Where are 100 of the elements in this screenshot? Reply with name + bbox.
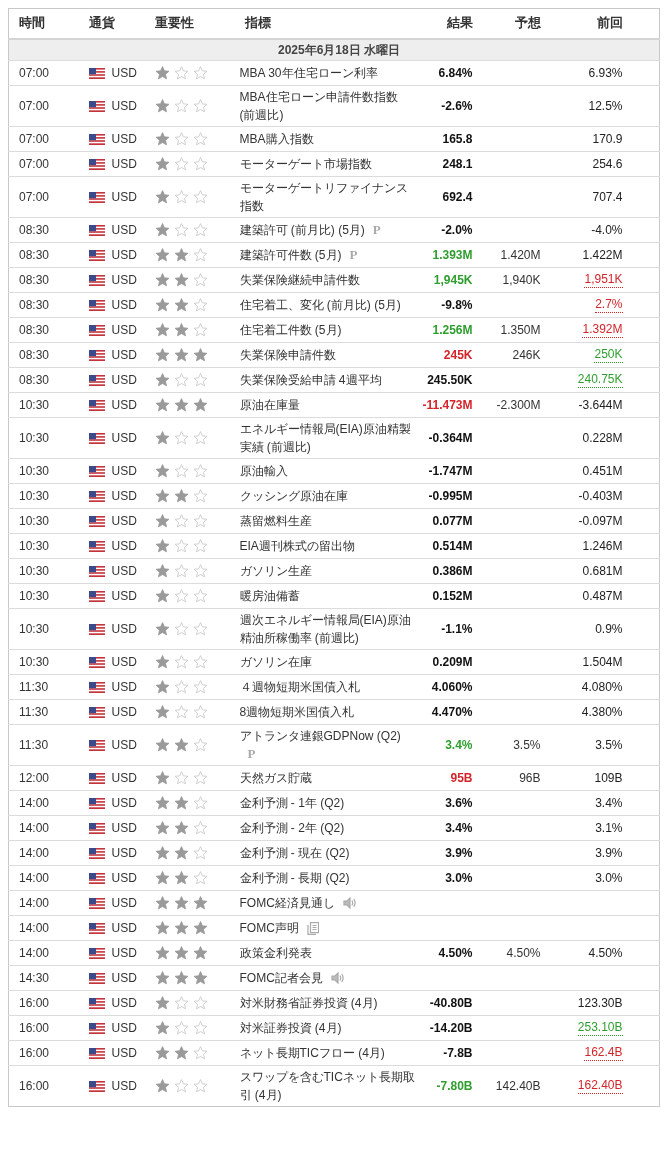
- forecast-value: -2.300M: [496, 397, 541, 413]
- star-icon: [173, 157, 189, 171]
- result-value: 0.152M: [432, 588, 473, 604]
- currency-code: USD: [111, 247, 137, 263]
- star-icon: [154, 564, 170, 578]
- star-icon: [154, 323, 170, 337]
- star-icon: [173, 971, 189, 985]
- currency-code: USD: [111, 222, 137, 238]
- star-icon: [192, 622, 208, 636]
- indicator-name: 政策金利発表: [239, 945, 312, 962]
- indicator-name: アトランタ連銀GDPNow (Q2): [239, 728, 401, 745]
- previous-value: 0.451M: [582, 463, 623, 479]
- result-value: 1,945K: [433, 272, 473, 288]
- flag-icon: [88, 158, 105, 170]
- event-time: 07:00: [19, 65, 50, 81]
- star-icon: [192, 539, 208, 553]
- star-icon: [154, 589, 170, 603]
- star-icon: [192, 896, 208, 910]
- flag-icon: [88, 274, 105, 286]
- star-icon: [154, 996, 170, 1010]
- event-time: 14:00: [19, 895, 50, 911]
- star-icon: [192, 66, 208, 80]
- result-value: 0.209M: [432, 654, 473, 670]
- result-value: 0.077M: [432, 513, 473, 529]
- star-icon: [154, 157, 170, 171]
- star-icon: [173, 1021, 189, 1035]
- star-icon: [192, 589, 208, 603]
- indicator-name: 建築許可 (前月比) (5月): [239, 222, 365, 239]
- currency-code: USD: [111, 131, 137, 147]
- currency-code: USD: [111, 347, 137, 363]
- star-icon: [192, 655, 208, 669]
- event-time: 14:00: [19, 820, 50, 836]
- date-heading: 2025年6月18日 水曜日: [277, 42, 401, 57]
- star-icon: [173, 190, 189, 204]
- star-icon: [173, 996, 189, 1010]
- star-icon: [192, 738, 208, 752]
- indicator-name: FOMC経済見通し: [239, 895, 335, 912]
- currency-code: USD: [111, 945, 137, 961]
- flag-icon: [88, 465, 105, 477]
- flag-icon: [88, 100, 105, 112]
- currency-code: USD: [111, 513, 137, 529]
- event-time: 07:00: [19, 131, 50, 147]
- previous-value: 6.93%: [588, 65, 623, 81]
- star-icon: [192, 996, 208, 1010]
- star-icon: [154, 489, 170, 503]
- currency-code: USD: [111, 654, 137, 670]
- indicator-name: スワップを含むTICネット長期取引 (4月): [239, 1069, 416, 1104]
- event-time: 07:00: [19, 98, 50, 114]
- star-icon: [173, 589, 189, 603]
- indicator-name: 金利予測 - 現在 (Q2): [239, 845, 350, 862]
- previous-value: 3.5%: [595, 737, 623, 753]
- star-icon: [173, 348, 189, 362]
- previous-value: -0.403M: [578, 488, 623, 504]
- event-time: 07:00: [19, 156, 50, 172]
- star-icon: [173, 273, 189, 287]
- flag-icon: [88, 623, 105, 635]
- star-icon: [173, 564, 189, 578]
- indicator-name: 建築許可件数 (5月): [239, 247, 342, 264]
- star-icon: [192, 431, 208, 445]
- star-icon: [192, 680, 208, 694]
- event-time: 14:00: [19, 845, 50, 861]
- result-value: -0.995M: [428, 488, 473, 504]
- flag-icon: [88, 540, 105, 552]
- star-icon: [154, 348, 170, 362]
- star-icon: [192, 771, 208, 785]
- event-time: 10:30: [19, 538, 50, 554]
- previous-value: 0.487M: [582, 588, 623, 604]
- previous-value: 0.681M: [582, 563, 623, 579]
- currency-code: USD: [111, 1078, 137, 1094]
- star-icon: [173, 1079, 189, 1093]
- event-time: 10:30: [19, 621, 50, 637]
- currency-code: USD: [111, 397, 137, 413]
- result-value: 4.470%: [431, 704, 473, 720]
- result-value: 3.4%: [445, 737, 473, 753]
- flag-icon: [88, 224, 105, 236]
- star-icon: [173, 323, 189, 337]
- currency-code: USD: [111, 621, 137, 637]
- star-icon: [192, 846, 208, 860]
- event-time: 08:30: [19, 372, 50, 388]
- indicator-name: モーターゲートリファイナンス指数: [239, 180, 409, 215]
- star-icon: [173, 539, 189, 553]
- star-icon: [154, 946, 170, 960]
- result-value: 0.514M: [432, 538, 473, 554]
- indicator-name: 原油在庫量: [239, 397, 300, 414]
- star-icon: [154, 464, 170, 478]
- indicator-name: ガソリン生産: [239, 563, 312, 580]
- previous-value: 1.392M: [582, 322, 623, 338]
- event-time: 16:00: [19, 1078, 50, 1094]
- star-icon: [192, 946, 208, 960]
- currency-code: USD: [111, 1045, 137, 1061]
- star-icon: [192, 1079, 208, 1093]
- star-icon: [154, 431, 170, 445]
- speaker-icon: [330, 972, 344, 984]
- previous-value: 0.228M: [582, 430, 623, 446]
- flag-icon: [88, 922, 105, 934]
- flag-icon: [88, 897, 105, 909]
- star-icon: [154, 190, 170, 204]
- previous-value: 1.504M: [582, 654, 623, 670]
- flag-icon: [88, 374, 105, 386]
- star-icon: [192, 348, 208, 362]
